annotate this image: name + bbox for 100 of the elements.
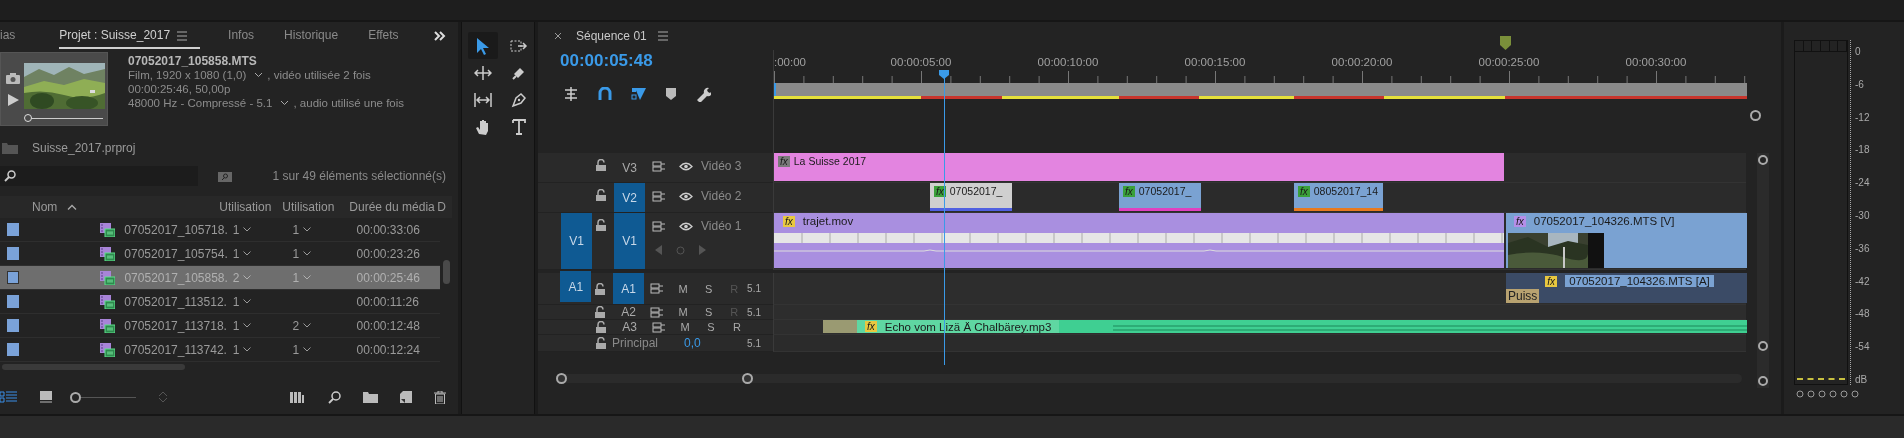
menu-icon[interactable] <box>176 31 189 41</box>
type-tool-icon[interactable] <box>512 118 526 135</box>
track-select-icon[interactable] <box>510 38 528 53</box>
scrollbar-thumb[interactable] <box>443 260 450 284</box>
chevron-down-icon[interactable] <box>254 72 264 78</box>
eye-icon[interactable] <box>678 191 693 201</box>
volume-value[interactable]: 0,0 <box>684 336 701 350</box>
source-patch[interactable]: A1 <box>560 271 592 302</box>
source-patch[interactable]: V1 <box>561 213 592 269</box>
sync-lock-icon[interactable] <box>651 160 666 172</box>
list-view-icon[interactable] <box>0 391 18 403</box>
timeline-clip[interactable]: fx La Suisse 2017 <box>774 153 1504 181</box>
chevron-down-icon[interactable] <box>243 323 252 328</box>
linked-selection-icon[interactable] <box>631 87 647 101</box>
track-target[interactable]: V3 <box>614 153 645 182</box>
table-row[interactable]: 07052017_105718. 1 1 00:00:33:06 <box>0 218 440 242</box>
icon-view-icon[interactable] <box>40 391 52 403</box>
track-toggle[interactable]: S <box>695 306 722 318</box>
track-toggle[interactable]: M <box>670 306 696 318</box>
timeline-clip[interactable]: fx Echo vom Lizä Ä Chalbärey.mp3 <box>823 320 1747 333</box>
search-field[interactable] <box>0 166 198 186</box>
label-swatch[interactable] <box>7 295 20 308</box>
column-header[interactable]: Utilisation <box>280 200 344 214</box>
lock-icon[interactable] <box>596 159 606 171</box>
track-toggle[interactable]: M <box>672 321 698 333</box>
chevron-down-icon[interactable] <box>303 323 312 328</box>
track-toggle[interactable]: M <box>670 282 696 295</box>
lock-icon[interactable] <box>596 321 606 333</box>
column-header[interactable]: D <box>437 200 450 214</box>
chevron-down-icon[interactable] <box>243 299 252 304</box>
track-target[interactable]: V1 <box>614 213 645 269</box>
scroll-handle[interactable] <box>1750 110 1761 121</box>
ripple-edit-icon[interactable] <box>474 65 492 80</box>
label-swatch[interactable] <box>7 319 20 332</box>
sync-lock-icon[interactable] <box>651 190 666 202</box>
menu-icon[interactable] <box>656 31 669 41</box>
chevron-down-icon[interactable] <box>243 251 252 256</box>
panel-tab[interactable]: Infos <box>228 23 255 49</box>
timeline-clip[interactable]: fx trajet.mov <box>774 213 1504 268</box>
chevron-down-icon[interactable] <box>243 227 252 232</box>
sequence-tab[interactable]: Séquence 01 <box>576 29 647 43</box>
zoom-slider[interactable] <box>70 392 136 402</box>
lock-icon[interactable] <box>596 219 606 231</box>
selection-tool-icon[interactable] <box>476 36 490 55</box>
sync-lock-icon[interactable] <box>651 321 666 333</box>
lock-icon[interactable] <box>595 282 606 295</box>
track-toggle[interactable]: S <box>695 282 722 295</box>
zoom-scrollbar[interactable] <box>556 374 1742 383</box>
track-target[interactable]: A2 <box>613 305 644 319</box>
chevron-down-icon[interactable] <box>303 251 312 256</box>
chevron-down-icon[interactable] <box>280 100 290 106</box>
marker-icon[interactable] <box>666 88 676 100</box>
eye-icon[interactable] <box>678 221 693 231</box>
timeline-clip[interactable]: fx 07052017_104326.MTS [V] <box>1506 213 1747 268</box>
column-header[interactable]: Nom <box>32 200 58 214</box>
track-target[interactable]: A3 <box>614 320 645 334</box>
sort-caret-icon[interactable] <box>67 204 78 210</box>
chevrons-icon[interactable] <box>434 31 446 41</box>
marker-icon[interactable] <box>1500 36 1511 50</box>
chevron-down-icon[interactable] <box>303 347 312 352</box>
close-icon[interactable] <box>554 32 562 40</box>
column-header[interactable]: Utilisation <box>217 200 281 214</box>
playhead-handle[interactable] <box>939 70 949 79</box>
bin-search-icon[interactable] <box>218 170 232 182</box>
lock-icon[interactable] <box>596 337 606 349</box>
sync-lock-icon[interactable] <box>650 306 665 318</box>
play-icon[interactable] <box>6 94 19 106</box>
magnet-icon[interactable] <box>598 87 612 101</box>
nest-icon[interactable] <box>563 87 579 101</box>
eye-icon[interactable] <box>678 161 693 171</box>
timeline-clip[interactable]: fx 08052017_14 <box>1294 183 1383 211</box>
lock-icon[interactable] <box>595 306 606 318</box>
sync-lock-icon[interactable] <box>651 220 666 232</box>
column-header[interactable]: Durée du média <box>343 200 438 214</box>
table-row[interactable]: 07052017_113512. 1 00:00:11:26 <box>0 290 440 314</box>
label-swatch[interactable] <box>7 223 20 236</box>
timeline-clip[interactable]: fx 07052017_ <box>1119 183 1201 211</box>
table-row[interactable]: 07052017_113742. 1 1 00:00:12:24 <box>0 338 440 362</box>
track-target[interactable]: V2 <box>614 183 645 212</box>
scrub-bar[interactable] <box>24 114 103 122</box>
label-swatch[interactable] <box>7 343 20 356</box>
table-row[interactable]: 07052017_113718. 1 2 00:00:12:48 <box>0 314 440 338</box>
wrench-icon[interactable] <box>695 86 711 102</box>
folder-icon[interactable] <box>363 391 378 403</box>
new-item-icon[interactable] <box>400 391 412 403</box>
hand-icon[interactable] <box>475 118 491 135</box>
pen-icon[interactable] <box>511 91 527 108</box>
chevron-down-icon[interactable] <box>243 347 252 352</box>
panel-tab[interactable]: ias <box>0 23 16 49</box>
search-icon[interactable] <box>328 390 341 404</box>
label-swatch[interactable] <box>7 271 20 284</box>
track-target[interactable]: A1 <box>613 273 644 304</box>
slip-icon[interactable] <box>474 92 492 107</box>
panel-tab[interactable]: Projet : Suisse_2017 <box>59 23 201 49</box>
lock-icon[interactable] <box>596 189 606 201</box>
sync-lock-icon[interactable] <box>650 283 665 294</box>
trash-icon[interactable] <box>434 390 446 404</box>
panel-tab[interactable]: Effets <box>368 23 399 49</box>
track-toggle[interactable]: R <box>724 321 750 333</box>
label-swatch[interactable] <box>7 247 20 260</box>
